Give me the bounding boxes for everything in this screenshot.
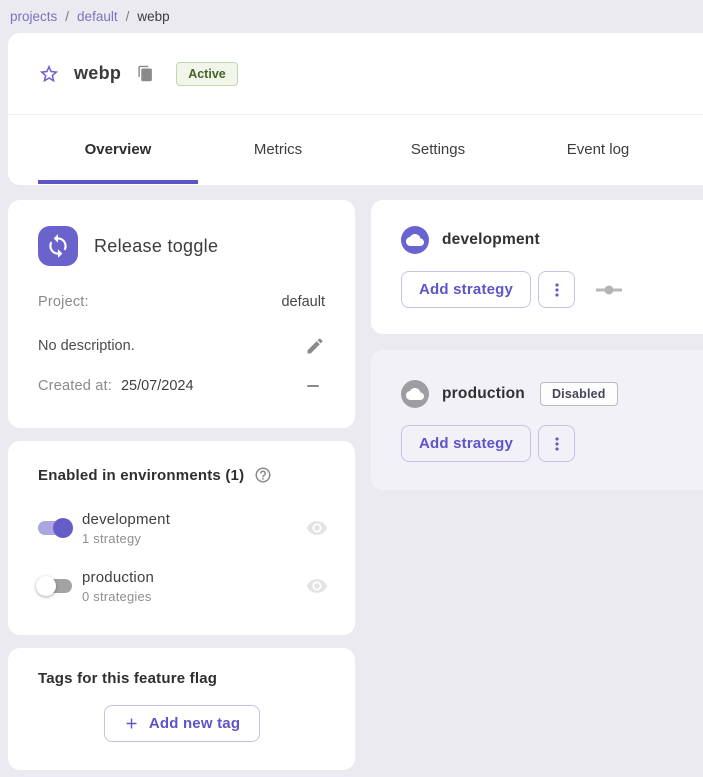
left-column: Release toggle Project: default No descr… xyxy=(8,200,355,770)
release-toggle-icon xyxy=(38,226,78,266)
project-value: default xyxy=(281,294,325,310)
cloud-icon xyxy=(401,380,429,408)
add-strategy-button-production[interactable]: Add strategy xyxy=(401,425,531,462)
plus-icon xyxy=(123,715,140,732)
main-content: Release toggle Project: default No descr… xyxy=(8,200,703,770)
tab-settings[interactable]: Settings xyxy=(358,115,518,184)
enabled-environments-card: Enabled in environments (1) development … xyxy=(8,441,355,635)
breadcrumb-link-default[interactable]: default xyxy=(77,9,118,24)
environment-card-name: production xyxy=(442,385,525,403)
tab-event-log[interactable]: Event log xyxy=(518,115,678,184)
page-title: webp xyxy=(74,63,121,84)
disabled-badge: Disabled xyxy=(540,382,618,406)
breadcrumb-separator: / xyxy=(126,9,130,24)
help-icon[interactable] xyxy=(254,466,272,484)
description-row: No description. xyxy=(38,334,325,358)
environment-name: development xyxy=(82,511,170,528)
production-toggle[interactable] xyxy=(36,574,74,598)
add-strategy-button-development[interactable]: Add strategy xyxy=(401,271,531,308)
right-column: development Add strategy production Disa… xyxy=(371,200,703,490)
environment-strategy-count: 1 strategy xyxy=(82,531,170,546)
created-row: Created at: 25/07/2024 xyxy=(38,376,325,396)
created-value: 25/07/2024 xyxy=(121,378,194,394)
collapse-icon[interactable] xyxy=(307,385,319,387)
tab-metrics[interactable]: Metrics xyxy=(198,115,358,184)
cloud-icon xyxy=(401,226,429,254)
environment-row-development: development 1 strategy xyxy=(36,506,333,550)
flag-details-card: Release toggle Project: default No descr… xyxy=(8,200,355,428)
kebab-icon xyxy=(547,434,567,454)
tags-title: Tags for this feature flag xyxy=(38,670,325,687)
kebab-icon xyxy=(547,280,567,300)
add-new-tag-label: Add new tag xyxy=(149,715,240,732)
breadcrumb-link-projects[interactable]: projects xyxy=(10,9,57,24)
enabled-environments-title: Enabled in environments (1) xyxy=(38,467,244,484)
copy-name-icon[interactable] xyxy=(137,65,154,82)
more-options-button-production[interactable] xyxy=(538,425,575,462)
favorite-star-icon[interactable] xyxy=(38,63,60,85)
environment-strategy-count: 0 strategies xyxy=(82,589,154,604)
feature-header-card: webp Active Overview Metrics Settings Ev… xyxy=(8,33,703,185)
add-new-tag-button[interactable]: Add new tag xyxy=(104,705,260,742)
visibility-icon-development[interactable] xyxy=(306,517,328,539)
environment-card-production: production Disabled Add strategy xyxy=(371,350,703,490)
visibility-icon-production[interactable] xyxy=(306,575,328,597)
edit-description-icon[interactable] xyxy=(305,336,325,356)
environment-row-production: production 0 strategies xyxy=(36,564,333,608)
tab-overview[interactable]: Overview xyxy=(38,115,198,184)
project-row: Project: default xyxy=(38,292,325,312)
more-options-button-development[interactable] xyxy=(538,271,575,308)
environment-card-development: development Add strategy xyxy=(371,200,703,334)
flag-type-title: Release toggle xyxy=(94,236,218,257)
environment-name: production xyxy=(82,569,154,586)
tags-card: Tags for this feature flag Add new tag xyxy=(8,648,355,770)
project-label: Project: xyxy=(38,294,89,310)
breadcrumb: projects / default / webp xyxy=(0,0,703,25)
status-badge: Active xyxy=(176,62,238,86)
breadcrumb-separator: / xyxy=(65,9,69,24)
description-text: No description. xyxy=(38,338,135,354)
feature-title-row: webp Active xyxy=(8,33,703,115)
environment-card-name: development xyxy=(442,231,540,249)
created-label: Created at: xyxy=(38,378,112,394)
flag-type-row: Release toggle xyxy=(38,226,325,266)
breadcrumb-current: webp xyxy=(137,9,169,24)
connector-icon xyxy=(596,284,622,296)
development-toggle[interactable] xyxy=(36,516,74,540)
tab-bar: Overview Metrics Settings Event log xyxy=(8,115,703,184)
